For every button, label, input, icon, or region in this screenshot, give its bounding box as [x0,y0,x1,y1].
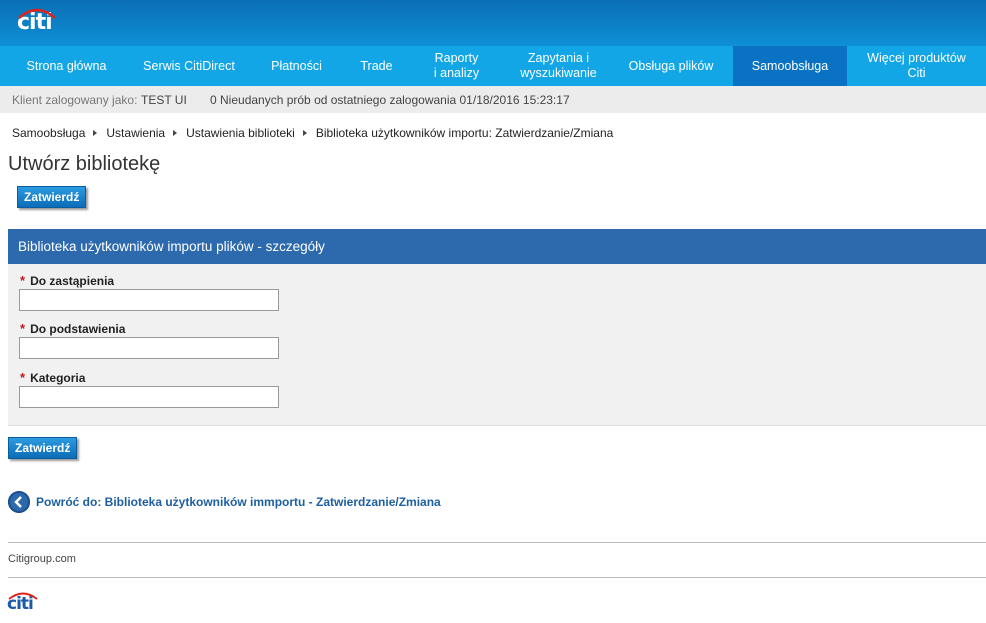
field-label-text: Do podstawienia [30,322,126,336]
submit-button-bottom[interactable]: Zatwierdź [8,437,78,459]
section-header: Biblioteka użytkowników importu plików -… [8,229,986,264]
divider [8,577,986,578]
category-input[interactable] [19,386,279,408]
required-asterisk-icon: * [20,370,26,385]
nav-label: Płatności [271,58,322,73]
nav-label: Więcej produktów Citi [867,51,966,80]
field-label-category: * Kategoria [20,370,85,385]
field-label-substitute: * Do podstawienia [20,321,125,336]
nav-item-file-services[interactable]: Obsługa plików [609,46,733,86]
breadcrumb: Samoobsługa Ustawienia Ustawienia biblio… [12,126,613,140]
nav-label: Obsługa plików [628,58,714,73]
breadcrumb-item[interactable]: Samoobsługa [12,126,85,140]
session-info-bar: Klient zalogowany jako: TEST UI 0 Nieuda… [0,86,986,113]
nav-item-more-products[interactable]: Więcej produktów Citi [847,46,986,86]
failed-logins-text: 0 Nieudanych prób od ostatniego zalogowa… [210,93,570,107]
replace-input[interactable] [19,289,279,311]
required-asterisk-icon: * [20,273,26,288]
footer-citi-logo: citi [7,592,38,614]
logo-arc-icon [8,592,38,600]
details-form: * Do zastąpienia * Do podstawienia * Katego… [8,264,986,426]
page-title: Utwórz bibliotekę [8,153,161,175]
back-link-text[interactable]: Powróć do: Biblioteka użytkowników immpo… [36,495,441,509]
field-label-text: Do zastąpienia [30,274,115,288]
field-label-text: Kategoria [30,371,86,385]
nav-item-citidirect[interactable]: Serwis CitiDirect [133,46,245,86]
nav-item-reports[interactable]: Raporty i analizy [405,46,508,86]
top-banner: citi [0,0,986,46]
chevron-left-icon [14,496,22,508]
footer-citigroup-link[interactable]: Citigroup.com [8,553,76,565]
substitute-input[interactable] [19,337,279,359]
divider [8,542,986,543]
breadcrumb-item[interactable]: Ustawienia biblioteki [186,126,295,140]
nav-label: Raporty i analizy [433,51,480,80]
logo-arc-icon [18,8,56,19]
breadcrumb-separator-icon [173,130,178,136]
nav-item-trade[interactable]: Trade [348,46,405,86]
nav-item-self-service[interactable]: Samoobsługa [733,46,847,86]
client-label: Klient zalogowany jako: [12,93,138,107]
back-arrow-icon[interactable] [8,491,30,513]
citi-logo[interactable]: citi [17,8,56,35]
nav-item-home[interactable]: Strona główna [0,46,133,86]
nav-item-payments[interactable]: Płatności [245,46,348,86]
breadcrumb-separator-icon [93,130,98,136]
nav-label: Strona główna [26,58,107,73]
nav-item-inquiries[interactable]: Zapytania i wyszukiwanie [508,46,609,86]
breadcrumb-separator-icon [302,130,307,136]
nav-label: Serwis CitiDirect [143,58,235,73]
client-value: TEST UI [141,93,187,107]
nav-label: Trade [360,58,393,73]
field-label-replace: * Do zastąpienia [20,273,114,288]
back-link[interactable]: Powróć do: Biblioteka użytkowników immpo… [8,491,441,513]
breadcrumb-item[interactable]: Ustawienia [106,126,165,140]
submit-button-top[interactable]: Zatwierdź [17,186,87,208]
required-asterisk-icon: * [20,321,26,336]
main-nav: Strona główna Serwis CitiDirect Płatnośc… [0,46,986,86]
breadcrumb-item[interactable]: Biblioteka użytkowników importu: Zatwier… [316,126,613,140]
nav-label: Zapytania i wyszukiwanie [520,51,597,80]
nav-label: Samoobsługa [751,58,829,73]
